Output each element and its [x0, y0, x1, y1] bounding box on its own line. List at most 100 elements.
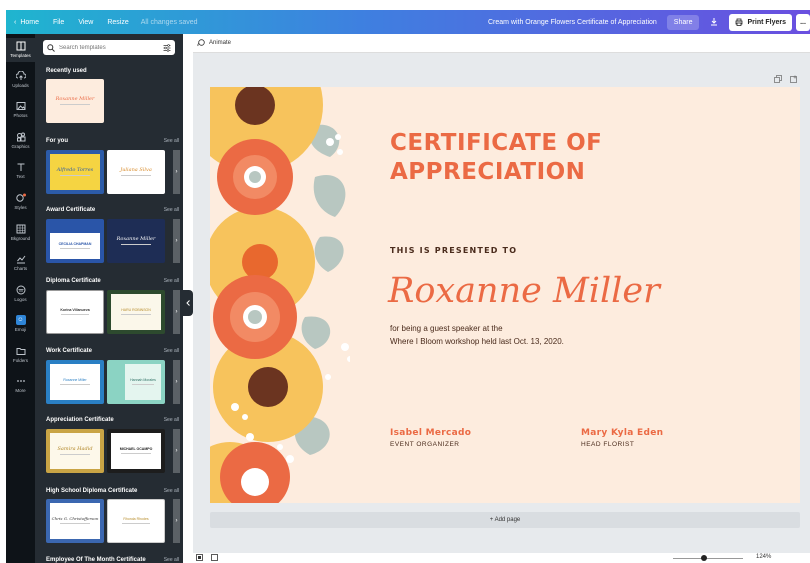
- animate-icon: [197, 39, 205, 47]
- rail-item-templates[interactable]: Templates: [6, 38, 35, 62]
- rail-item-uploads[interactable]: Uploads: [6, 71, 35, 88]
- template-thumbnail[interactable]: Hannah Morales: [107, 360, 165, 404]
- signature-role: EVENT ORGANIZER: [390, 441, 460, 448]
- section-title-employee-of-the-month: Employee Of The Month Certificate: [46, 557, 146, 563]
- home-button[interactable]: ‹ Home: [14, 19, 39, 26]
- template-thumbnail[interactable]: Juliana Silva: [107, 150, 165, 194]
- photo-icon: [16, 102, 25, 110]
- upload-icon: [15, 71, 26, 80]
- animate-button[interactable]: Animate: [197, 39, 231, 47]
- see-all-link[interactable]: See all: [164, 557, 179, 563]
- template-thumbnail[interactable]: CECILIA CHAPMAN: [46, 219, 104, 263]
- rail-item-emoji[interactable]: ☺ Emoji: [6, 315, 35, 332]
- collapse-panel-button[interactable]: [183, 290, 193, 316]
- template-thumbnail[interactable]: Roxanne Miller: [46, 360, 104, 404]
- editor-toolbar: Animate: [193, 34, 810, 53]
- file-menu[interactable]: File: [53, 19, 64, 26]
- download-button[interactable]: [705, 14, 723, 30]
- logo-icon: [16, 285, 25, 295]
- scroll-right-arrow[interactable]: ›: [173, 150, 180, 194]
- scroll-right-arrow[interactable]: ›: [173, 290, 180, 334]
- signature-role: HEAD FLORIST: [581, 441, 635, 448]
- notes-icon[interactable]: [211, 554, 218, 561]
- section-title-diploma-certificate: Diploma Certificate: [46, 278, 101, 284]
- section-title-award-certificate: Award Certificate: [46, 207, 96, 213]
- grid-view-icon[interactable]: [196, 554, 203, 561]
- certificate-title[interactable]: CERTIFICATE OF APPRECIATION: [390, 129, 602, 187]
- section-title-work-certificate: Work Certificate: [46, 348, 92, 354]
- section-title-high-school-diploma: High School Diploma Certificate: [46, 488, 138, 494]
- more-icon: [16, 380, 25, 382]
- search-input[interactable]: [59, 44, 163, 51]
- chevron-left-icon: ‹: [14, 18, 17, 26]
- recipient-name[interactable]: Roxanne Miller: [388, 271, 660, 311]
- styles-icon: [15, 193, 26, 202]
- signature-name: Isabel Mercado: [390, 428, 472, 438]
- view-menu[interactable]: View: [78, 19, 93, 26]
- floral-border-graphic[interactable]: [210, 87, 350, 503]
- template-thumbnail[interactable]: Roxanne Miller: [107, 219, 165, 263]
- template-thumbnail[interactable]: HARU ROBINSON: [107, 290, 165, 334]
- add-page-button[interactable]: + Add page: [210, 512, 800, 528]
- editor-canvas-area: Animate CERTIFICATE OF APPRECIATION THIS…: [193, 34, 810, 563]
- rail-item-folders[interactable]: Folders: [6, 346, 35, 363]
- templates-panel: Recently used Roxanne Miller For you See…: [35, 34, 183, 563]
- side-rail: Templates Uploads Photos Graphics Text S…: [6, 34, 35, 563]
- filter-icon[interactable]: [163, 43, 171, 52]
- document-title[interactable]: Cream with Orange Flowers Certificate of…: [488, 19, 657, 26]
- chart-icon: [16, 255, 25, 264]
- scroll-right-arrow[interactable]: ›: [173, 360, 180, 404]
- certificate-description[interactable]: for being a guest speaker at the Where I…: [390, 322, 564, 348]
- rail-item-text[interactable]: Text: [6, 162, 35, 179]
- signature-block-organizer[interactable]: Isabel Mercado EVENT ORGANIZER: [390, 428, 471, 448]
- certificate-page[interactable]: CERTIFICATE OF APPRECIATION THIS IS PRES…: [210, 87, 800, 503]
- scroll-right-arrow[interactable]: ›: [173, 499, 180, 543]
- more-options-button[interactable]: ...: [796, 13, 810, 31]
- printer-icon: [736, 18, 743, 26]
- template-thumbnail[interactable]: MICHAEL OCAMPO: [107, 429, 165, 473]
- see-all-link[interactable]: See all: [164, 278, 179, 284]
- zoom-slider-track[interactable]: [673, 558, 743, 559]
- search-box[interactable]: [43, 40, 175, 55]
- signature-block-florist[interactable]: Mary Kyla Eden HEAD FLORIST: [581, 428, 663, 448]
- template-thumbnail[interactable]: Chris G. Christofferson: [46, 499, 104, 543]
- signature-name: Mary Kyla Eden: [581, 428, 664, 438]
- print-flyers-button[interactable]: Print Flyers: [729, 13, 792, 31]
- template-thumbnail[interactable]: Roxanne Miller: [46, 79, 104, 123]
- chevron-left-icon: [185, 300, 190, 306]
- zoom-level[interactable]: 124%: [756, 554, 771, 560]
- duplicate-page-icon[interactable]: [774, 75, 782, 83]
- rail-item-charts[interactable]: Charts: [6, 254, 35, 271]
- rail-item-styles[interactable]: Styles: [6, 193, 35, 210]
- resize-menu[interactable]: Resize: [107, 19, 128, 26]
- see-all-link[interactable]: See all: [164, 417, 179, 423]
- rail-item-logos[interactable]: Logos: [6, 285, 35, 302]
- scroll-right-arrow[interactable]: ›: [173, 219, 180, 263]
- add-page-icon[interactable]: [790, 75, 798, 83]
- section-title-for-you: For you: [46, 138, 68, 144]
- search-icon: [47, 43, 55, 52]
- see-all-link[interactable]: See all: [164, 348, 179, 354]
- template-icon: [16, 41, 25, 51]
- download-icon: [711, 18, 718, 26]
- template-thumbnail[interactable]: Samira Hadid: [46, 429, 104, 473]
- section-title-recently-used: Recently used: [46, 68, 87, 74]
- template-thumbnail[interactable]: Alfredo Torres: [46, 150, 104, 194]
- share-button[interactable]: Share: [666, 14, 700, 30]
- rail-item-background[interactable]: Bkground: [6, 224, 35, 241]
- save-status: All changes saved: [140, 18, 198, 26]
- see-all-link[interactable]: See all: [164, 488, 179, 494]
- template-thumbnail[interactable]: Korina Villanueva: [46, 290, 104, 334]
- presented-to-label[interactable]: THIS IS PRESENTED TO: [390, 246, 517, 255]
- scroll-right-arrow[interactable]: ›: [173, 429, 180, 473]
- see-all-link[interactable]: See all: [164, 207, 179, 213]
- rail-item-more[interactable]: More: [6, 376, 35, 393]
- see-all-link[interactable]: See all: [164, 138, 179, 144]
- template-thumbnail[interactable]: Rhonda Rhodes: [107, 499, 165, 543]
- rail-item-graphics[interactable]: Graphics: [6, 132, 35, 149]
- zoom-slider-handle[interactable]: [701, 555, 707, 561]
- emoji-icon: ☺: [15, 315, 26, 325]
- folder-icon: [16, 348, 25, 355]
- bottom-bar: 124%: [193, 553, 810, 563]
- rail-item-photos[interactable]: Photos: [6, 101, 35, 118]
